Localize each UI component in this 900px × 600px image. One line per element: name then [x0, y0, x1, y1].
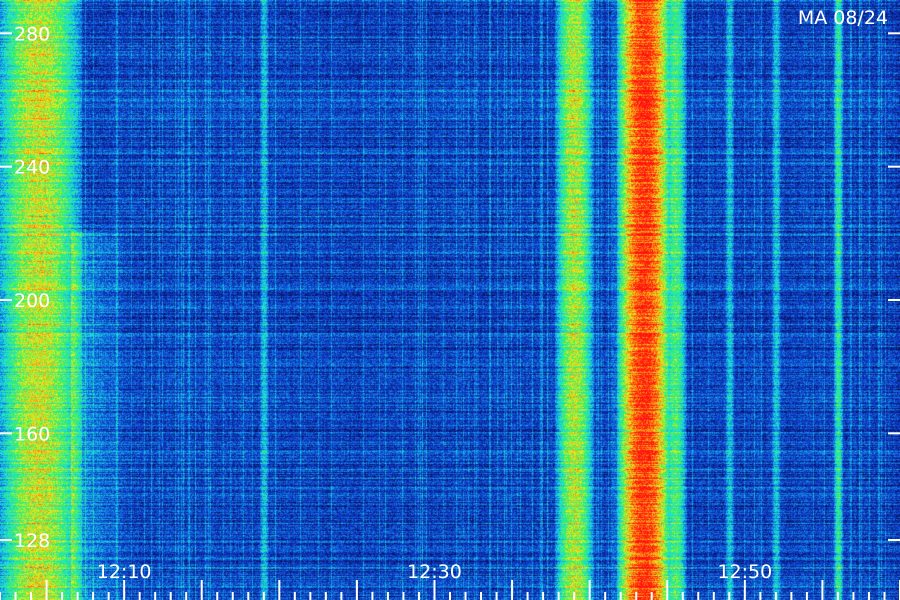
x-tick-label: 12:50 [717, 561, 772, 583]
y-tick-label: 240 [14, 157, 50, 179]
spectrogram-axes: 128 160 200 240 280 12:10 12:30 12:50 MA 08/24 [0, 7, 900, 600]
y-tick-label: 128 [14, 530, 50, 552]
y-axis: 128 160 200 240 280 [0, 23, 900, 552]
y-tick-label: 160 [14, 423, 50, 445]
y-tick-label: 200 [14, 290, 50, 312]
x-tick-label: 12:30 [407, 561, 462, 583]
y-tick-label: 280 [14, 23, 50, 45]
station-date-label: MA 08/24 [798, 7, 888, 29]
x-tick-label: 12:10 [97, 561, 152, 583]
x-axis: 12:10 12:30 12:50 [0, 561, 900, 600]
